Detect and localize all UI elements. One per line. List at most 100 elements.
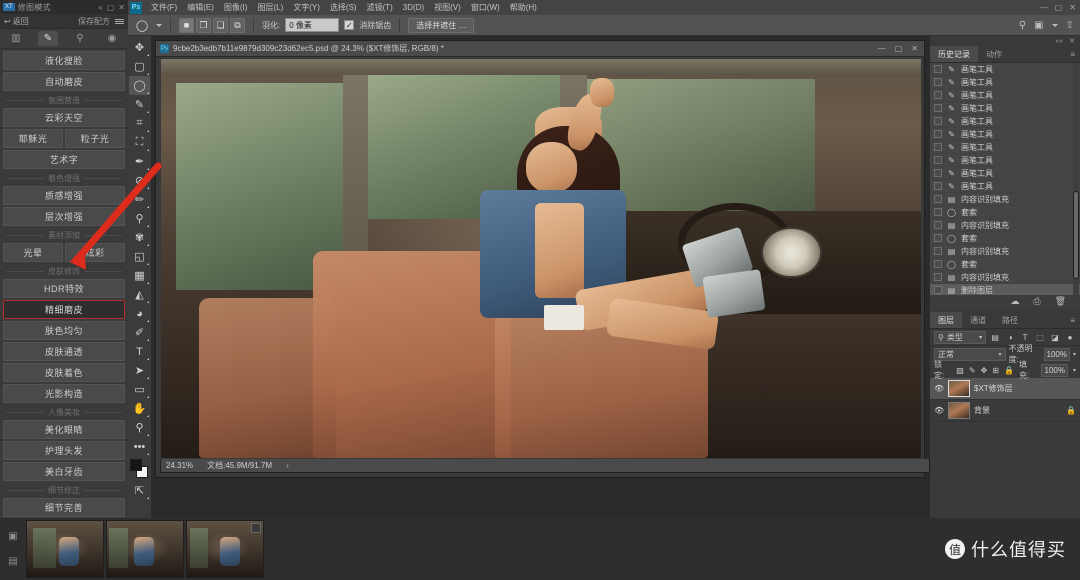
opacity-input[interactable]: 100% <box>1043 347 1070 361</box>
history-snapshot-box[interactable] <box>934 195 942 203</box>
image-canvas[interactable] <box>161 59 921 458</box>
move-tool-icon[interactable]: ✥ <box>129 38 150 57</box>
history-snapshot-box[interactable] <box>934 91 942 99</box>
panel-menu-icon[interactable]: ≡ <box>1070 312 1080 328</box>
plugin-button-细节完善[interactable]: 细节完善 <box>3 498 125 517</box>
menu-item-5[interactable]: 选择(S) <box>325 0 362 15</box>
workspace-icon[interactable]: ▣ <box>1034 20 1043 31</box>
frame-tool-icon[interactable]: ⛶ <box>129 133 150 152</box>
menu-item-6[interactable]: 滤镜(T) <box>362 0 398 15</box>
history-entry[interactable]: ✎ 画笔工具 <box>930 115 1080 128</box>
menu-item-9[interactable]: 窗口(W) <box>466 0 505 15</box>
restore-icon[interactable]: ▢ <box>1055 3 1063 12</box>
smart-object-icon[interactable]: ◪ <box>1049 331 1061 344</box>
plugin-button-云彩天空[interactable]: 云彩天空 <box>3 108 125 127</box>
snapshot-icon[interactable]: ☁ <box>1010 296 1019 307</box>
menu-item-0[interactable]: 文件(F) <box>146 0 182 15</box>
plugin-button-美化眼睛[interactable]: 美化眼睛 <box>3 420 125 439</box>
minimize-icon[interactable]: — <box>878 44 886 53</box>
chevron-down-icon[interactable] <box>156 23 162 27</box>
history-entry[interactable]: ▤ 删除图层 <box>930 284 1080 295</box>
menu-item-7[interactable]: 3D(D) <box>398 0 429 15</box>
plugin-button-粒子光[interactable]: 粒子光 <box>65 129 125 148</box>
save-recipe-button[interactable]: 保存配方 <box>78 16 110 27</box>
plugin-button-皮肤着色[interactable]: 皮肤着色 <box>3 363 125 382</box>
quick-select-tool-icon[interactable]: ✎ <box>129 95 150 114</box>
plugin-button-艺术字[interactable]: 艺术字 <box>3 150 125 169</box>
lock-image-icon[interactable]: ✎ <box>969 366 976 375</box>
plugin-button-护理头发[interactable]: 护理头发 <box>3 441 125 460</box>
history-entry[interactable]: ▤ 内容识别填充 <box>930 271 1080 284</box>
new-document-icon[interactable]: ⎙ <box>1033 296 1040 307</box>
eye-icon[interactable]: ◉ <box>102 31 122 46</box>
history-snapshot-box[interactable] <box>934 117 942 125</box>
minimize-icon[interactable]: — <box>1040 3 1048 12</box>
history-entry[interactable]: ◯ 套索 <box>930 232 1080 245</box>
plugin-button-美白牙齿[interactable]: 美白牙齿 <box>3 462 125 481</box>
brush-tool-icon[interactable]: ✏ <box>129 190 150 209</box>
lock-all-icon[interactable]: 🔒 <box>1004 366 1014 375</box>
history-list[interactable]: ✎ 画笔工具 ✎ 画笔工具 ✎ 画笔工具 ✎ 画笔工具 ✎ 画笔工具 ✎ 画笔工具 ✎ 画笔工具 ✎ 画笔工具… <box>930 63 1080 295</box>
plugin-button-质感增强[interactable]: 质感增强 <box>3 186 125 205</box>
history-snapshot-box[interactable] <box>934 143 942 151</box>
close-icon[interactable]: ✕ <box>118 3 125 12</box>
lock-transparent-icon[interactable]: ▨ <box>956 366 964 375</box>
lock-artboard-icon[interactable]: ⊞ <box>992 366 999 375</box>
layer-visibility-icon[interactable]: 👁 <box>934 406 944 415</box>
chevron-down-icon[interactable]: ▾ <box>1073 351 1076 358</box>
history-snapshot-box[interactable] <box>934 169 942 177</box>
hand-tool-icon[interactable]: ✋ <box>129 399 150 418</box>
history-snapshot-box[interactable] <box>934 130 942 138</box>
history-snapshot-box[interactable] <box>934 260 942 268</box>
history-entry[interactable]: ✎ 画笔工具 <box>930 180 1080 193</box>
history-snapshot-box[interactable] <box>934 221 942 229</box>
document-tab[interactable]: Ps 9cbe2b3edb7b11e9879d309c23d62ec5.psd … <box>156 41 924 57</box>
menu-item-10[interactable]: 帮助(H) <box>505 0 542 15</box>
intersect-selection-icon[interactable]: ⧉ <box>230 17 245 33</box>
close-icon[interactable]: ✕ <box>1069 37 1075 45</box>
plugin-button-光晕[interactable]: 光晕 <box>3 243 63 262</box>
hamburger-icon[interactable] <box>115 18 124 24</box>
pen-tool-icon[interactable]: ✐ <box>129 323 150 342</box>
select-and-mask-button[interactable]: 选择并遮住 … <box>408 17 475 33</box>
tab-channels[interactable]: 通道 <box>962 312 994 328</box>
share-icon[interactable]: ⇧ <box>1066 20 1074 31</box>
history-entry[interactable]: ✎ 画笔工具 <box>930 63 1080 76</box>
menu-item-1[interactable]: 编辑(E) <box>182 0 219 15</box>
type-icon[interactable]: T <box>1019 331 1031 344</box>
clone-stamp-tool-icon[interactable]: ⚲ <box>129 209 150 228</box>
trash-icon[interactable]: 🗑 <box>1055 296 1066 307</box>
thumbnail-3[interactable] <box>186 520 264 578</box>
back-button[interactable]: ↩ 返回 <box>4 16 29 27</box>
gradient-tool-icon[interactable]: ▦ <box>129 266 150 285</box>
blur-tool-icon[interactable]: ◭ <box>129 285 150 304</box>
history-entry[interactable]: ✎ 画笔工具 <box>930 102 1080 115</box>
history-entry[interactable]: ▤ 内容识别填充 <box>930 245 1080 258</box>
history-entry[interactable]: ✎ 画笔工具 <box>930 167 1080 180</box>
chevron-down-icon[interactable] <box>1051 23 1058 27</box>
plugin-button-层次增强[interactable]: 层次增强 <box>3 207 125 226</box>
healing-brush-tool-icon[interactable]: ⊘ <box>129 171 150 190</box>
filter-toggle-icon[interactable]: ● <box>1064 331 1076 344</box>
minimize-icon[interactable]: ▢ <box>107 3 115 12</box>
plugin-button-自动磨皮[interactable]: 自动磨皮 <box>3 72 125 91</box>
fill-input[interactable]: 100% <box>1041 363 1068 377</box>
eyedropper-tool-icon[interactable]: ✒ <box>129 152 150 171</box>
foreground-color-swatch[interactable] <box>129 459 142 471</box>
new-selection-icon[interactable]: ■ <box>179 17 194 33</box>
plugin-button-肤色均匀[interactable]: 肤色均匀 <box>3 321 125 340</box>
eraser-tool-icon[interactable]: ◱ <box>129 247 150 266</box>
plugin-button-HDR特效[interactable]: HDR特效 <box>3 279 125 298</box>
plugin-button-液化瘦脸[interactable]: 液化瘦脸 <box>3 51 125 70</box>
plugin-button-精细磨皮[interactable]: 精细磨皮 <box>3 300 125 319</box>
lasso-tool-icon[interactable]: ◯ <box>129 76 150 95</box>
thumbnail-1[interactable] <box>26 520 104 578</box>
collapse-icon[interactable]: « <box>98 3 102 12</box>
maximize-icon[interactable]: ▢ <box>895 44 903 53</box>
panel-menu-icon[interactable]: ≡ <box>1070 46 1080 62</box>
tab-actions[interactable]: 动作 <box>978 46 1010 62</box>
add-to-selection-icon[interactable]: ❐ <box>196 17 211 33</box>
image-icon[interactable]: ▣ <box>8 531 17 542</box>
tab-layers[interactable]: 图层 <box>930 312 962 328</box>
history-entry[interactable]: ◯ 套索 <box>930 206 1080 219</box>
